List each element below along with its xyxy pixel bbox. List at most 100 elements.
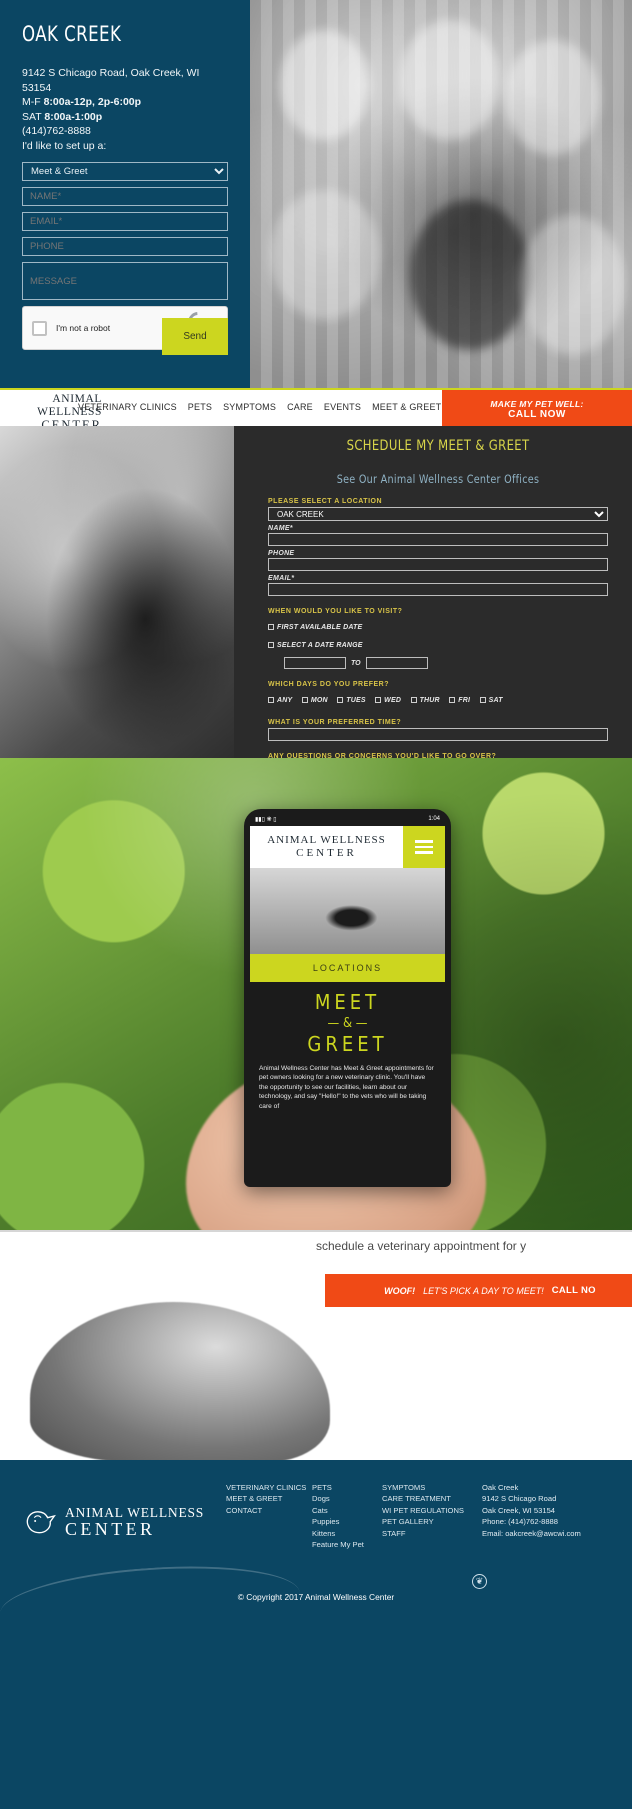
footer-logo[interactable]: ANIMAL WELLNESS CENTER [24,1504,226,1538]
mobile-hero-image [250,868,445,954]
visit-option-1-label: SELECT A DATE RANGE [277,641,363,649]
checkbox-icon[interactable] [375,697,382,703]
day-label-thur: THUR [419,696,440,704]
sched-name-input[interactable] [268,533,608,546]
footer-link-cats[interactable]: Cats [312,1505,382,1516]
checkbox-day-wed[interactable]: WED [375,697,401,704]
checkbox-icon[interactable] [449,697,456,703]
footer-column-1: VETERINARY CLINICS MEET & GREET CONTACT [226,1482,312,1550]
dog-cat-logo-icon [26,1511,56,1534]
footer-link-staff[interactable]: STAFF [382,1528,482,1539]
phone-input[interactable] [22,237,228,256]
footer-location-phone: Phone: (414)762-8888 [482,1517,558,1527]
checkbox-icon[interactable] [268,624,274,630]
footer-link-puppies[interactable]: Puppies [312,1516,382,1527]
mobile-locations-bar[interactable]: LOCATIONS [250,954,445,982]
golden-retriever-photo [30,1302,330,1460]
visit-option-date-range[interactable]: SELECT A DATE RANGE [268,635,608,653]
sched-email-input[interactable] [268,583,608,596]
team-photo [250,0,632,388]
footer-link-dogs[interactable]: Dogs [312,1493,382,1504]
checkbox-icon[interactable] [337,697,344,703]
signal-icon: ▮▮▯ ❋ ▯ [255,816,277,823]
send-button[interactable]: Send [162,318,228,355]
footer-link-feature-my-pet[interactable]: Feature My Pet [312,1539,382,1550]
message-textarea[interactable] [22,262,228,300]
decorative-swoosh [0,1557,303,1649]
day-label-any: ANY [277,696,293,704]
footer-link-veterinary-clinics[interactable]: VETERINARY CLINICS [226,1482,312,1493]
footer-link-meet-greet[interactable]: MEET & GREET [226,1493,312,1504]
footer-link-kittens[interactable]: Kittens [312,1528,382,1539]
nav-item-meet-greet[interactable]: MEET & GREET [372,402,441,412]
footer-location-city: Oak Creek, WI 53154 [482,1505,556,1515]
cta-call-label: CALL NO [551,1285,596,1296]
checkbox-day-any[interactable]: ANY [268,697,292,704]
hours-mf-label: M-F [22,96,44,108]
pick-a-day-cta-button[interactable]: WOOF! LET'S PICK A DAY TO MEET! CALL NO [325,1274,632,1307]
page-title: OAK CREEK [22,22,122,46]
mobile-header: ANIMAL WELLNESS CENTER [250,826,445,868]
footer-link-pets[interactable]: PETS [312,1482,382,1493]
footer-link-care-treatment[interactable]: CARE TREATMENT [382,1493,482,1504]
copyright-text: © Copyright 2017 Animal Wellness Center [237,1592,395,1602]
location-label: PLEASE SELECT A LOCATION [268,498,383,505]
checkbox-icon[interactable] [479,697,486,703]
hamburger-menu-icon[interactable] [403,826,445,868]
footer-logo-line-2: CENTER [65,1519,156,1539]
preferred-time-input[interactable] [268,728,608,741]
nav-item-events[interactable]: EVENTS [324,402,361,412]
checkbox-icon[interactable] [268,697,274,703]
mobile-body-copy: Animal Wellness Center has Meet & Greet … [259,1065,434,1110]
footer-column-3: SYMPTOMS CARE TREATMENT WI PET REGULATIO… [382,1482,482,1550]
sched-email-label: EMAIL* [268,575,295,582]
checkbox-day-mon[interactable]: MON [301,697,328,704]
checkbox-first-available-date[interactable]: FIRST AVAILABLE DATE [268,624,362,631]
checkbox-day-sat[interactable]: SAT [479,697,503,704]
mobile-logo[interactable]: ANIMAL WELLNESS CENTER [250,834,403,860]
footer-logo-wrap[interactable]: ANIMAL WELLNESS CENTER [24,1482,226,1550]
mobile-heading-greet: GREET [307,1032,388,1056]
footer-location-name: Oak Creek [482,1483,519,1492]
visit-option-first-available[interactable]: FIRST AVAILABLE DATE [268,617,608,635]
footer-link-wi-pet-regulations[interactable]: WI PET REGULATIONS [382,1505,482,1516]
footer-location-email: Email: oakcreek@awcwi.com [482,1528,581,1538]
footer-link-contact[interactable]: CONTACT [226,1505,312,1516]
nav-item-pets[interactable]: PETS [188,402,212,412]
cta-tagline: MAKE MY PET WELL: [490,398,584,409]
checkbox-icon[interactable] [301,697,308,703]
checkbox-icon[interactable] [410,697,417,703]
day-label-tues: TUES [346,696,366,704]
date-from-input[interactable] [284,657,346,669]
recaptcha-checkbox[interactable] [32,320,47,336]
schedule-form-panel: SCHEDULE MY MEET & GREET See Our Animal … [234,426,632,758]
clinic-hours-saturday: SAT 8:00a-1:00p [22,110,228,125]
nav-item-symptoms[interactable]: SYMPTOMS [223,402,276,412]
footer-link-symptoms[interactable]: SYMPTOMS [382,1482,482,1493]
puppy-photo [0,426,234,758]
location-select[interactable]: OAK CREEK [268,507,608,521]
sched-phone-input[interactable] [268,558,608,571]
call-now-button[interactable]: MAKE MY PET WELL: CALL NOW [442,390,632,426]
day-label-wed: WED [384,696,402,704]
footer-logo-text: ANIMAL WELLNESS CENTER [65,1504,204,1538]
name-input[interactable] [22,187,228,206]
appointment-type-select[interactable]: Meet & Greet [22,162,228,181]
email-input[interactable] [22,212,228,231]
footer-link-pet-gallery[interactable]: PET GALLERY [382,1516,482,1527]
social-icon[interactable]: ❦ [472,1574,487,1589]
checkbox-day-thur[interactable]: THUR [410,696,440,704]
checkbox-icon[interactable] [268,642,274,648]
date-to-input[interactable] [365,657,428,669]
days-checkbox-row: ANY MON TUES WED THUR FRI SAT [268,690,608,708]
site-footer: ANIMAL WELLNESS CENTER VETERINARY CLINIC… [0,1460,632,1809]
cta-action: CALL NOW [508,408,566,420]
checkbox-day-tues[interactable]: TUES [337,696,366,704]
time-label: WHAT IS YOUR PREFERRED TIME? [268,719,402,726]
clinic-details: 9142 S Chicago Road, Oak Creek, WI 53154… [22,66,228,153]
cta-message-label: LET'S PICK A DAY TO MEET! [423,1285,544,1296]
checkbox-select-date-range[interactable]: SELECT A DATE RANGE [268,642,363,649]
nav-item-veterinary-clinics[interactable]: VETERINARY CLINICS [78,402,177,412]
checkbox-day-fri[interactable]: FRI [449,697,470,704]
nav-item-care[interactable]: CARE [287,402,313,412]
